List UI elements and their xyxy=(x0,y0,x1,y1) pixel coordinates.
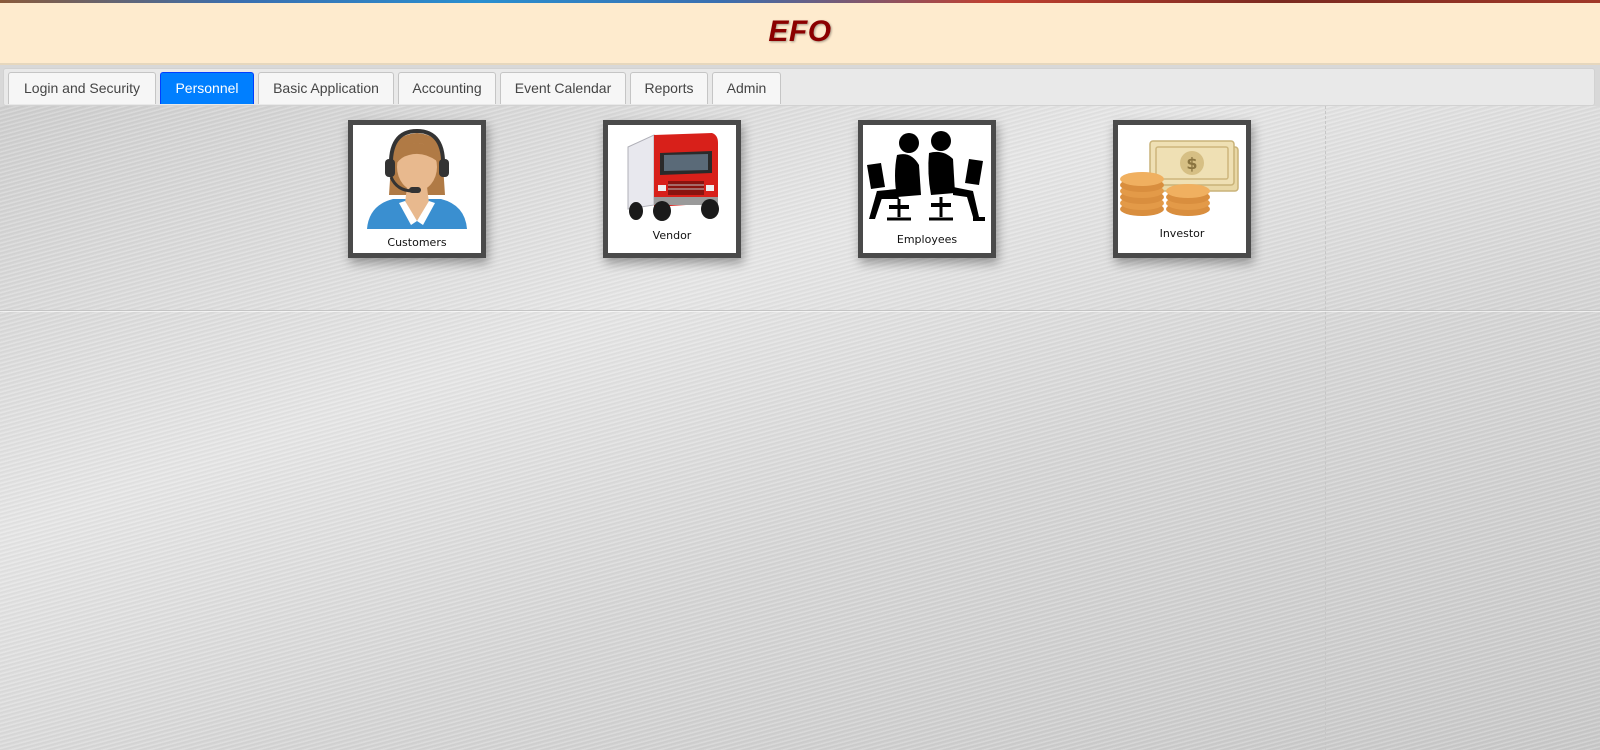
tab-reports[interactable]: Reports xyxy=(630,72,708,104)
main-tab-bar: Login and Security Personnel Basic Appli… xyxy=(3,68,1595,106)
svg-text:$: $ xyxy=(1186,154,1197,173)
tab-personnel[interactable]: Personnel xyxy=(160,72,254,104)
tab-login-and-security[interactable]: Login and Security xyxy=(8,72,156,104)
app-title: EFO xyxy=(768,15,832,48)
personnel-panel: Customers Vendor Employees $ Investor xyxy=(0,106,1600,750)
truck-icon xyxy=(627,133,719,221)
investor-tile-label: Investor xyxy=(1159,227,1205,240)
investor-tile[interactable]: $ Investor xyxy=(1113,120,1251,258)
employees-tile[interactable]: Employees xyxy=(858,120,996,258)
tab-basic-application[interactable]: Basic Application xyxy=(258,72,394,104)
panel-row-divider xyxy=(0,310,1600,311)
customers-tile-label: Customers xyxy=(387,236,447,249)
tab-accounting[interactable]: Accounting xyxy=(398,72,496,104)
panel-column-divider xyxy=(1325,106,1326,750)
employees-tile-label: Employees xyxy=(896,233,958,246)
tab-admin[interactable]: Admin xyxy=(712,72,781,104)
vendor-tile-label: Vendor xyxy=(652,229,692,242)
vendor-tile[interactable]: Vendor xyxy=(603,120,741,258)
customers-tile[interactable]: Customers xyxy=(348,120,486,258)
tab-event-calendar[interactable]: Event Calendar xyxy=(500,72,626,104)
customer-service-agent-icon xyxy=(367,128,467,229)
money-coins-icon: $ xyxy=(1120,140,1239,216)
employees-laptops-icon xyxy=(867,131,985,221)
app-header: EFO xyxy=(0,3,1600,65)
